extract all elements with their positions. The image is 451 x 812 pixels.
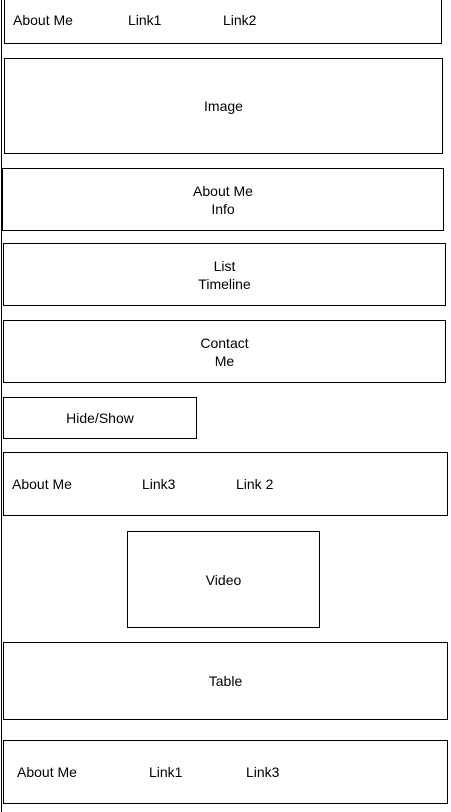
image-placeholder: Image [4,58,443,154]
list-timeline-line2: Timeline [198,275,251,292]
contact-me-line1: Contact [200,334,249,351]
top-nav-bar: About Me Link1 Link2 [4,0,442,44]
middle-nav-link2[interactable]: Link 2 [236,476,273,492]
middle-nav-link3[interactable]: Link3 [142,476,175,492]
about-me-info-line2: Info [211,200,235,217]
video-placeholder: Video [127,531,320,628]
about-me-info-line1: About Me [193,182,253,199]
top-nav-about-link[interactable]: About Me [13,12,73,28]
footer-nav-link1[interactable]: Link1 [149,764,182,780]
top-nav-link2[interactable]: Link2 [223,12,256,28]
hide-show-button-label: Hide/Show [66,410,134,426]
list-timeline-section: List Timeline [3,243,446,306]
footer-nav-bar: About Me Link1 Link3 [3,740,448,804]
contact-me-section: Contact Me [3,320,446,383]
hide-show-button[interactable]: Hide/Show [3,397,197,439]
page-left-border [1,0,2,812]
contact-me-line2: Me [214,352,235,369]
table-placeholder-label: Table [208,673,243,689]
footer-nav-link3[interactable]: Link3 [246,764,279,780]
about-me-info-section: About Me Info [2,168,444,231]
table-placeholder: Table [3,642,448,720]
list-timeline-line1: List [213,257,236,274]
middle-nav-about-link[interactable]: About Me [12,476,72,492]
footer-nav-about-link[interactable]: About Me [17,764,77,780]
top-nav-link1[interactable]: Link1 [128,12,161,28]
video-placeholder-label: Video [205,571,242,588]
image-placeholder-label: Image [204,98,243,114]
middle-nav-bar: About Me Link3 Link 2 [3,452,448,516]
